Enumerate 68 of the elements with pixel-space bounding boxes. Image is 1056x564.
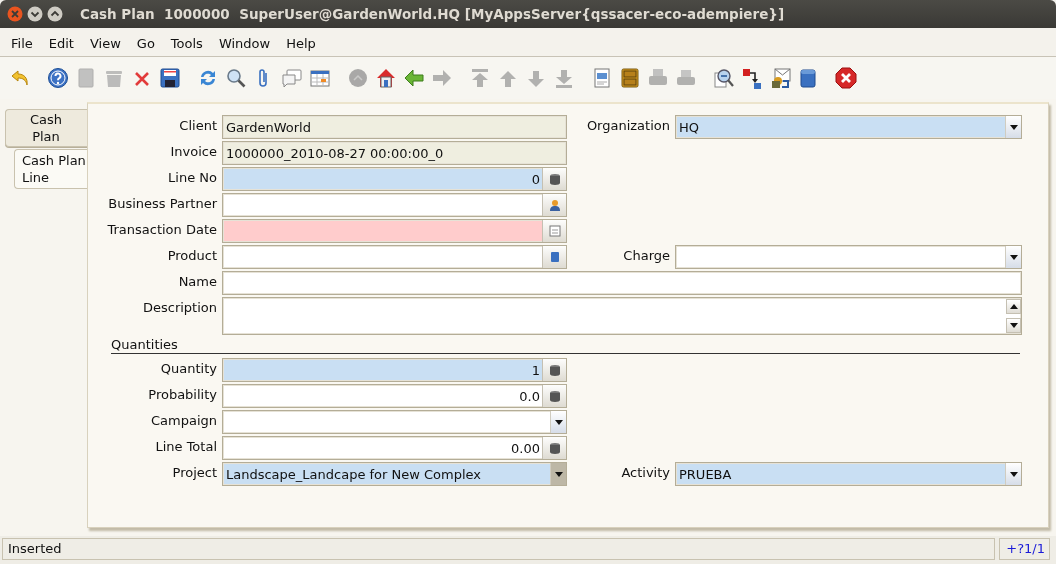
menu-item[interactable]: View xyxy=(84,33,128,51)
field-label: Organization xyxy=(585,117,670,135)
field-label: Probability xyxy=(147,386,217,404)
lookup-button[interactable] xyxy=(542,194,566,216)
field-label: Campaign xyxy=(149,412,217,430)
maximize-icon[interactable] xyxy=(47,6,63,22)
text-field[interactable]: 1000000_2010-08-27 00:00:00_0 xyxy=(222,141,567,165)
combo-box[interactable]: Landscape_Landcape for New Complex xyxy=(222,462,567,486)
chat-icon[interactable] xyxy=(281,67,303,89)
calculator-button[interactable] xyxy=(542,385,566,407)
table-icon[interactable] xyxy=(309,67,331,89)
mail-icon[interactable] xyxy=(769,67,791,89)
field-label: Charge xyxy=(622,247,670,265)
section-title: Quantities xyxy=(111,337,178,352)
field-label: Line Total xyxy=(154,438,217,456)
tab[interactable]: Cash Plan Line xyxy=(14,149,87,189)
text-field[interactable] xyxy=(222,271,1022,295)
lookup-button[interactable] xyxy=(542,246,566,268)
field-label: Business Partner xyxy=(107,195,217,213)
magnifier-icon[interactable] xyxy=(713,67,735,89)
tab[interactable]: Cash Plan xyxy=(5,109,87,147)
menu-item[interactable]: Edit xyxy=(43,33,81,51)
home-icon[interactable] xyxy=(375,67,397,89)
combo-box[interactable]: HQ xyxy=(675,115,1022,139)
window-title: Cash Plan 1000000 SuperUser@GardenWorld.HQ [MyAppsServer{qssacer-eco-adempiere}] xyxy=(80,6,785,22)
close-icon[interactable] xyxy=(835,67,857,89)
date-field[interactable] xyxy=(222,219,567,243)
text-field[interactable]: GardenWorld xyxy=(222,115,567,139)
workflow-icon[interactable] xyxy=(741,67,763,89)
search-field[interactable] xyxy=(222,193,567,217)
field-label: Activity xyxy=(620,464,670,482)
cabinet-icon[interactable] xyxy=(619,67,641,89)
calculator-button[interactable] xyxy=(542,359,566,381)
calculator-button[interactable] xyxy=(542,168,566,190)
field-label: Line No xyxy=(167,169,217,187)
field-label: Name xyxy=(177,273,217,291)
field-label: Client xyxy=(178,117,217,135)
calculator-button[interactable] xyxy=(542,437,566,459)
number-field[interactable]: 0.00 xyxy=(222,436,567,460)
field-label: Project xyxy=(171,464,217,482)
menu-item[interactable]: Go xyxy=(131,33,162,51)
field-label: Invoice xyxy=(169,143,217,161)
field-label: Product xyxy=(166,247,217,265)
field-label: Transaction Date xyxy=(106,221,217,239)
number-field[interactable]: 0.0 xyxy=(222,384,567,408)
cube-icon xyxy=(548,251,561,263)
help-icon[interactable] xyxy=(47,67,69,89)
scroll-up-icon[interactable] xyxy=(1006,299,1021,314)
calendar-icon xyxy=(548,225,561,237)
field-label: Quantity xyxy=(159,360,217,378)
status-message: Inserted xyxy=(2,538,996,560)
menu-item[interactable]: File xyxy=(6,33,40,51)
cube-icon[interactable] xyxy=(797,67,819,89)
report-icon[interactable] xyxy=(591,67,613,89)
number-field[interactable]: 0 xyxy=(222,167,567,191)
menu-item[interactable]: Window xyxy=(213,33,278,51)
combo-box[interactable]: PRUEBA xyxy=(675,462,1022,486)
left-arrow-icon[interactable] xyxy=(403,67,425,89)
field-label: Description xyxy=(141,299,217,317)
search-field[interactable] xyxy=(222,245,567,269)
scroll-down-icon[interactable] xyxy=(1006,318,1021,333)
menu-item[interactable]: Tools xyxy=(165,33,210,51)
person-icon xyxy=(548,199,561,211)
search-icon[interactable] xyxy=(225,67,247,89)
number-field[interactable]: 1 xyxy=(222,358,567,382)
menu-item[interactable]: Help xyxy=(281,33,323,51)
record-indicator[interactable]: +?1/1 xyxy=(999,538,1050,560)
minimize-icon[interactable] xyxy=(27,6,43,22)
